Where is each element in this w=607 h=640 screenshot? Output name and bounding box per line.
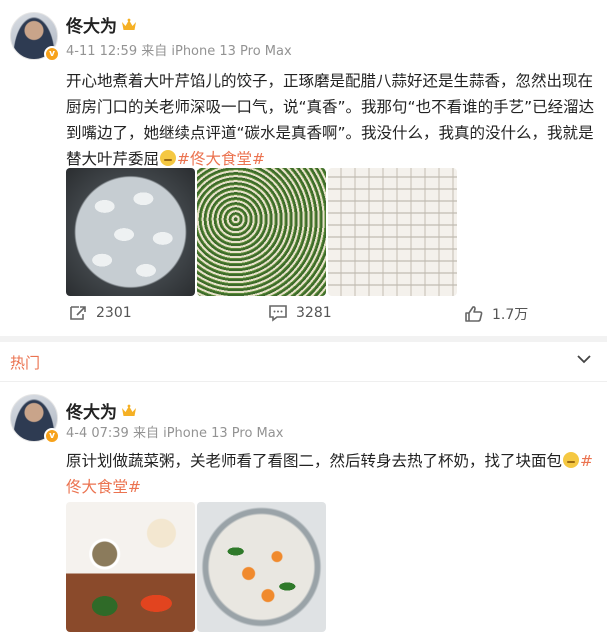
post-body: 原计划做蔬菜粥，关老师看了看图二，然后转身去热了杯奶，找了块面包 [66, 452, 563, 470]
hashtag-link[interactable]: #佟大食堂# [177, 150, 265, 168]
repost-icon [70, 306, 86, 320]
photo-dumpling-filling[interactable] [197, 168, 326, 296]
post-text: 原计划做蔬菜粥，关老师看了看图二，然后转身去热了杯奶，找了块面包 #佟大食堂# [66, 448, 596, 500]
post-meta: 4-11 12:59 来自 iPhone 13 Pro Max [66, 44, 292, 59]
action-bar: 2301 3281 1.7万 [0, 300, 607, 330]
comment-count: 3281 [296, 305, 332, 321]
crown-icon [122, 18, 136, 30]
grimace-emoji-icon [160, 150, 177, 166]
verified-badge-icon: v [44, 428, 60, 444]
photo-boiling-dumplings[interactable] [66, 168, 195, 296]
post-meta: 4-4 07:39 来自 iPhone 13 Pro Max [66, 426, 284, 441]
author-name-text: 佟大为 [66, 403, 117, 423]
author-name[interactable]: 佟大为 [66, 12, 137, 37]
hot-section-header: 热门 [0, 342, 607, 382]
grimace-emoji-icon [563, 452, 580, 468]
repost-button[interactable]: 2301 [68, 304, 132, 322]
comment-button[interactable]: 3281 [268, 304, 332, 322]
crown-icon [122, 404, 136, 416]
like-button[interactable]: 1.7万 [464, 304, 528, 324]
repost-count: 2301 [96, 305, 132, 321]
author-name[interactable]: 佟大为 [66, 398, 137, 423]
like-count: 1.7万 [492, 307, 529, 323]
photo-raw-dumplings[interactable] [328, 168, 457, 296]
verified-badge-icon: v [44, 46, 60, 62]
photo-ingredients[interactable] [66, 502, 195, 632]
weibo-post-1: v 佟大为 4-11 12:59 来自 iPhone 13 Pro Max 开心… [0, 0, 607, 336]
photo-vegetable-porridge[interactable] [197, 502, 326, 632]
post-body: 开心地煮着大叶芹馅儿的饺子，正琢磨是配腊八蒜好还是生蒜香，忽然出现在厨房门口的关… [66, 72, 595, 168]
chevron-down-icon[interactable] [577, 354, 591, 364]
hot-label: 热门 [10, 354, 41, 372]
post-text: 开心地煮着大叶芹馅儿的饺子，正琢磨是配腊八蒜好还是生蒜香，忽然出现在厨房门口的关… [66, 68, 596, 172]
thumbs-up-icon [465, 306, 483, 322]
author-name-text: 佟大为 [66, 17, 117, 37]
comment-icon [269, 305, 287, 322]
